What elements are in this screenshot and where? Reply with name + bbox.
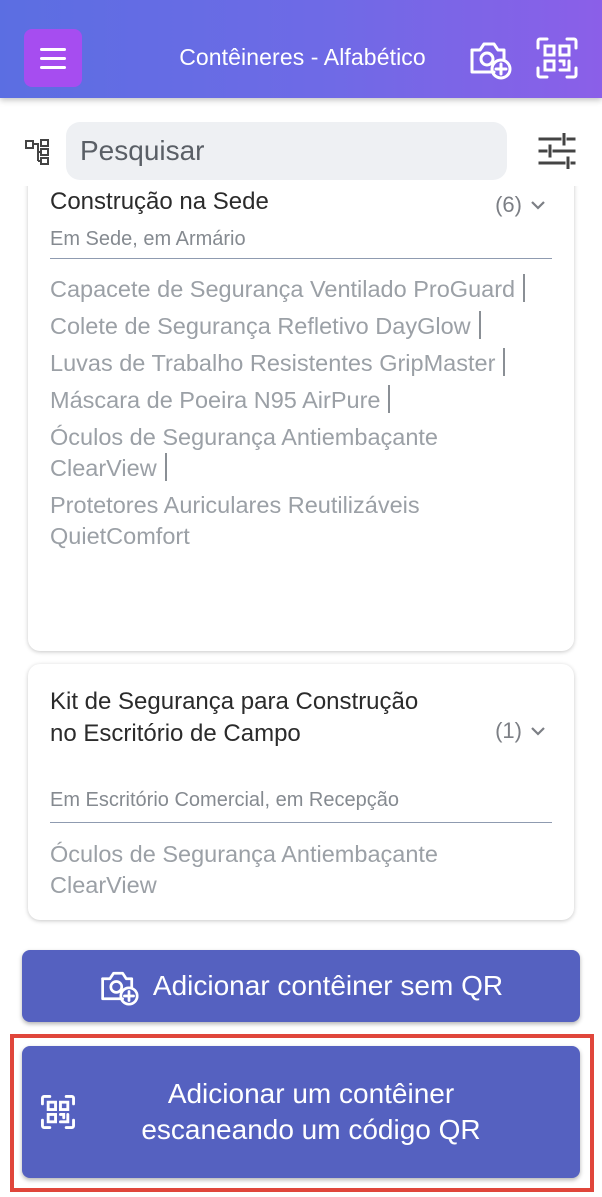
container-count[interactable]: (6): [495, 192, 546, 218]
qr-scan-icon[interactable]: [535, 36, 579, 80]
add-container-scan-qr-button[interactable]: Adicionar um contêiner escaneando um cód…: [22, 1046, 580, 1178]
app-header: Contêineres - Alfabético: [0, 0, 602, 98]
hamburger-menu-icon: [40, 47, 66, 51]
search-input[interactable]: [66, 122, 507, 180]
chevron-down-icon: [531, 201, 545, 210]
filter-settings-icon[interactable]: [538, 133, 576, 169]
container-card[interactable]: Construção na Sede (6) Em Sede, em Armár…: [28, 186, 574, 651]
divider: [50, 822, 552, 823]
container-card[interactable]: Kit de Segurança para Construção no Escr…: [28, 664, 574, 920]
button-label: Adicionar um contêiner escaneando um cód…: [141, 1078, 481, 1145]
chevron-down-icon: [531, 727, 545, 736]
add-container-without-qr-button[interactable]: Adicionar contêiner sem QR: [22, 950, 580, 1022]
container-location: Em Sede, em Armário: [50, 228, 246, 250]
list-item[interactable]: Luvas de Trabalho Resistentes GripMaster: [50, 348, 550, 379]
button-label: Adicionar contêiner sem QR: [152, 970, 504, 1001]
container-list: Construção na Sede (6) Em Sede, em Armár…: [0, 186, 602, 934]
container-title: Kit de Segurança para Construção no Escr…: [50, 688, 419, 747]
tree-view-icon[interactable]: [24, 138, 52, 166]
container-count[interactable]: (1): [495, 718, 546, 744]
list-item[interactable]: Óculos de Segurança Antiembaçante ClearV…: [50, 839, 550, 901]
container-location: Em Escritório Comercial, em Recepção: [50, 789, 399, 811]
list-item[interactable]: Capacete de Segurança Ventilado ProGuard: [50, 274, 550, 305]
list-item[interactable]: Protetores Auriculares Reutilizáveis Qui…: [50, 490, 550, 552]
camera-add-icon[interactable]: [468, 36, 512, 80]
list-item[interactable]: Colete de Segurança Refletivo DayGlow: [50, 311, 550, 342]
container-title: Construção na Sede: [50, 188, 269, 215]
page-title: Contêineres - Alfabético: [179, 44, 426, 70]
item-list: Óculos de Segurança Antiembaçante ClearV…: [50, 839, 550, 907]
qr-scan-icon: [41, 1095, 75, 1129]
camera-add-icon: [101, 971, 139, 1006]
menu-button[interactable]: [24, 29, 82, 87]
item-list: Capacete de Segurança Ventilado ProGuard…: [50, 274, 550, 558]
divider: [50, 258, 552, 259]
list-item[interactable]: Óculos de Segurança Antiembaçante ClearV…: [50, 422, 550, 484]
list-item[interactable]: Máscara de Poeira N95 AirPure: [50, 385, 550, 416]
